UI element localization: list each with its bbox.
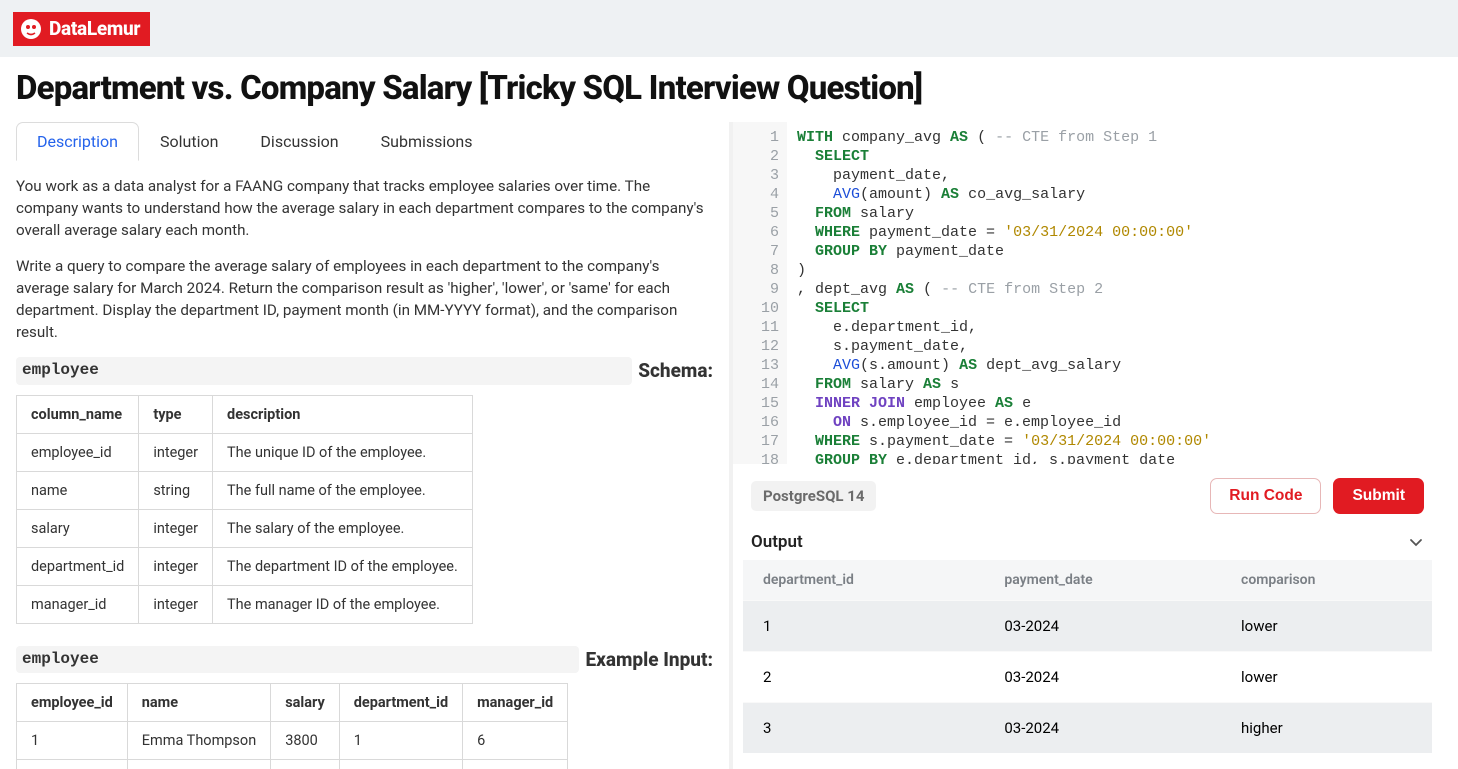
col-employee_id: employee_id (17, 684, 128, 722)
editor-code[interactable]: WITH company_avg AS ( -- CTE from Step 1… (787, 122, 1442, 464)
output-row: 303-2024higher (743, 702, 1432, 753)
description-p2: Write a query to compare the average sal… (16, 255, 713, 343)
output-title: Output (751, 532, 803, 552)
tab-discussion[interactable]: Discussion (239, 122, 359, 161)
engine-badge: PostgreSQL 14 (751, 481, 876, 511)
schema-suffix: Schema: (638, 357, 713, 385)
run-bar: PostgreSQL 14 Run Code Submit (733, 464, 1442, 526)
col-salary: salary (271, 684, 340, 722)
example-input-table: employee_idnamesalarydepartment_idmanage… (16, 683, 568, 769)
example-row: 1Emma Thompson380016 (17, 722, 568, 760)
col-manager_id: manager_id (463, 684, 568, 722)
output-row: 203-2024lower (743, 651, 1432, 702)
tab-solution[interactable]: Solution (139, 122, 239, 161)
left-panel: DescriptionSolutionDiscussionSubmissions… (16, 122, 729, 769)
col-description: description (213, 395, 473, 433)
schema-row: namestringThe full name of the employee. (17, 471, 473, 509)
schema-table-name: employee (16, 357, 632, 384)
col-department_id: department_id (339, 684, 462, 722)
schema-table: column_nametypedescriptionemployee_idint… (16, 395, 473, 624)
output-table: department_idpayment_datecomparison103-2… (743, 560, 1432, 753)
example-heading: employee Example Input: (16, 646, 713, 674)
description-panel: You work as a data analyst for a FAANG c… (16, 175, 713, 769)
sql-editor[interactable]: 123456789101112131415161718 WITH company… (733, 122, 1442, 464)
editor-gutter: 123456789101112131415161718 (733, 122, 787, 464)
run-code-button[interactable]: Run Code (1210, 478, 1321, 514)
description-p1: You work as a data analyst for a FAANG c… (16, 175, 713, 241)
col-comparison: comparison (1221, 560, 1432, 600)
output-row: 103-2024lower (743, 600, 1432, 651)
page-title: Department vs. Company Salary [Tricky SQ… (16, 69, 1442, 108)
main: Department vs. Company Salary [Tricky SQ… (0, 57, 1458, 769)
chevron-down-icon (1408, 534, 1424, 550)
run-buttons: Run Code Submit (1210, 478, 1424, 514)
example-row: 2Daniel Rodriguez223017 (17, 760, 568, 769)
lemur-icon (19, 17, 43, 41)
schema-row: employee_idintegerThe unique ID of the e… (17, 433, 473, 471)
col-name: name (127, 684, 270, 722)
col-column_name: column_name (17, 395, 139, 433)
split-pane: DescriptionSolutionDiscussionSubmissions… (16, 122, 1442, 769)
output-header[interactable]: Output (733, 526, 1442, 560)
col-type: type (139, 395, 213, 433)
schema-row: manager_idintegerThe manager ID of the e… (17, 585, 473, 623)
schema-heading: employee Schema: (16, 357, 713, 385)
submit-button[interactable]: Submit (1333, 478, 1424, 514)
tab-submissions[interactable]: Submissions (360, 122, 494, 161)
schema-row: salaryintegerThe salary of the employee. (17, 509, 473, 547)
example-table-name: employee (16, 646, 579, 673)
tab-description[interactable]: Description (16, 122, 139, 161)
problem-tabs: DescriptionSolutionDiscussionSubmissions (16, 122, 713, 161)
col-payment_date: payment_date (984, 560, 1221, 600)
example-suffix: Example Input: (585, 646, 713, 674)
brand-logo[interactable]: DataLemur (13, 12, 150, 46)
schema-row: department_idintegerThe department ID of… (17, 547, 473, 585)
col-department_id: department_id (743, 560, 984, 600)
topbar: DataLemur (0, 0, 1458, 57)
right-panel: 123456789101112131415161718 WITH company… (729, 122, 1442, 769)
brand-text: DataLemur (49, 17, 140, 40)
